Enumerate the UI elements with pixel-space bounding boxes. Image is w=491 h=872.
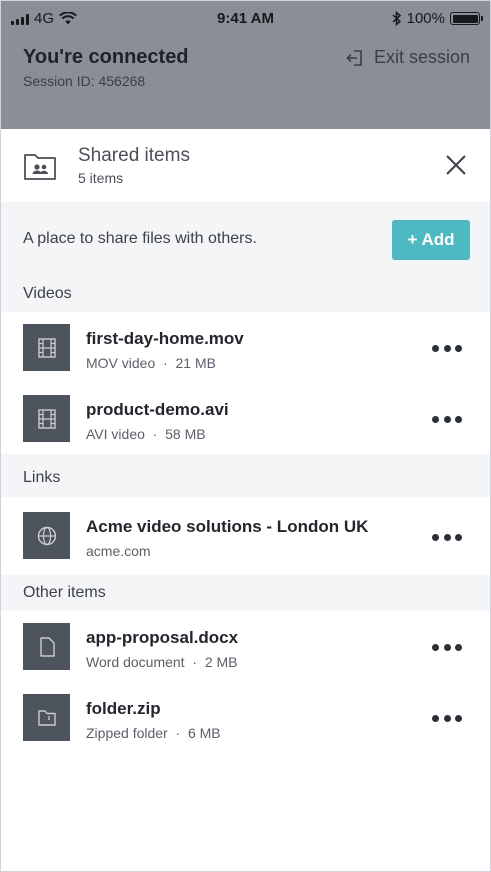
item-name: app-proposal.docx — [86, 628, 239, 647]
more-options-icon[interactable] — [432, 342, 462, 354]
item-size: 2 MB — [204, 654, 238, 670]
panel-title: Shared items — [78, 145, 190, 166]
item-size: 21 MB — [175, 355, 216, 371]
battery-icon — [450, 12, 483, 25]
film-icon — [37, 408, 56, 429]
section-label-other: Other items — [23, 584, 106, 601]
file-thumbnail — [23, 395, 70, 442]
add-button[interactable]: + Add — [392, 220, 470, 260]
app-frame: 4G 9:41 AM 100% You're connected Session… — [0, 0, 491, 872]
list-item[interactable]: app-proposal.docx Word document · 2 MB — [1, 611, 490, 682]
section-label-videos: Videos — [23, 285, 72, 302]
meta-separator: · — [152, 426, 158, 442]
list-item[interactable]: Acme video solutions - London UK acme.co… — [1, 497, 490, 575]
item-meta: AVI video · 58 MB — [86, 426, 206, 442]
film-icon — [37, 337, 56, 358]
status-bar: 4G 9:41 AM 100% — [1, 1, 490, 37]
meta-separator: · — [163, 355, 168, 371]
item-type: Word document — [86, 654, 185, 670]
session-header-overlay: 4G 9:41 AM 100% You're connected Session… — [1, 1, 490, 129]
shared-folder-icon — [24, 154, 56, 180]
more-options-icon[interactable] — [432, 531, 462, 543]
panel-intro: A place to share files with others. — [23, 230, 257, 247]
link-thumbnail — [23, 512, 70, 559]
item-name: folder.zip — [86, 699, 161, 718]
item-type: AVI video — [86, 426, 145, 442]
item-meta: Word document · 2 MB — [86, 654, 238, 670]
item-name: product-demo.avi — [86, 400, 229, 419]
list-item[interactable]: product-demo.avi AVI video · 58 MB — [1, 383, 490, 454]
list-item[interactable]: first-day-home.mov MOV video · 21 MB — [1, 312, 490, 383]
session-id: Session ID: 456268 — [23, 73, 146, 89]
section-label-links: Links — [23, 469, 61, 486]
close-icon[interactable] — [444, 153, 468, 177]
globe-icon — [37, 526, 56, 545]
item-size: 6 MB — [187, 725, 221, 741]
item-type: Zipped folder — [86, 725, 168, 741]
videos-list: first-day-home.mov MOV video · 21 MB pro… — [1, 312, 490, 454]
item-meta: MOV video · 21 MB — [86, 355, 216, 371]
meta-separator: · — [192, 654, 198, 670]
item-size: 58 MB — [165, 426, 206, 442]
exit-icon — [346, 49, 362, 66]
file-thumbnail — [23, 324, 70, 371]
connection-title: You're connected — [23, 46, 189, 68]
more-options-icon[interactable] — [432, 641, 462, 653]
item-name: first-day-home.mov — [86, 329, 244, 348]
panel-item-count: 5 items — [78, 170, 124, 186]
file-thumbnail — [23, 694, 70, 741]
folder-icon — [37, 709, 56, 726]
document-icon — [39, 636, 55, 657]
more-options-icon[interactable] — [432, 712, 462, 724]
exit-session-label: Exit session — [373, 47, 470, 67]
meta-separator: · — [175, 725, 181, 741]
item-meta: acme.com — [86, 543, 151, 559]
shared-items-sheet: Shared items 5 items A place to share fi… — [1, 129, 490, 871]
item-name: Acme video solutions - London UK — [86, 517, 369, 536]
item-meta: Zipped folder · 6 MB — [86, 725, 221, 741]
more-options-icon[interactable] — [432, 413, 462, 425]
links-list: Acme video solutions - London UK acme.co… — [1, 497, 490, 575]
other-items-list: app-proposal.docx Word document · 2 MB f… — [1, 611, 490, 871]
sheet-header: Shared items 5 items — [1, 129, 490, 202]
list-item[interactable]: folder.zip Zipped folder · 6 MB — [1, 682, 490, 753]
status-right: 100% — [392, 10, 483, 27]
file-thumbnail — [23, 623, 70, 670]
battery-percent: 100% — [406, 10, 445, 27]
exit-session-button[interactable]: Exit session — [346, 47, 470, 68]
sheet-body: A place to share files with others. + Ad… — [1, 202, 490, 871]
item-type: MOV video — [86, 355, 156, 371]
bluetooth-icon — [392, 11, 401, 26]
